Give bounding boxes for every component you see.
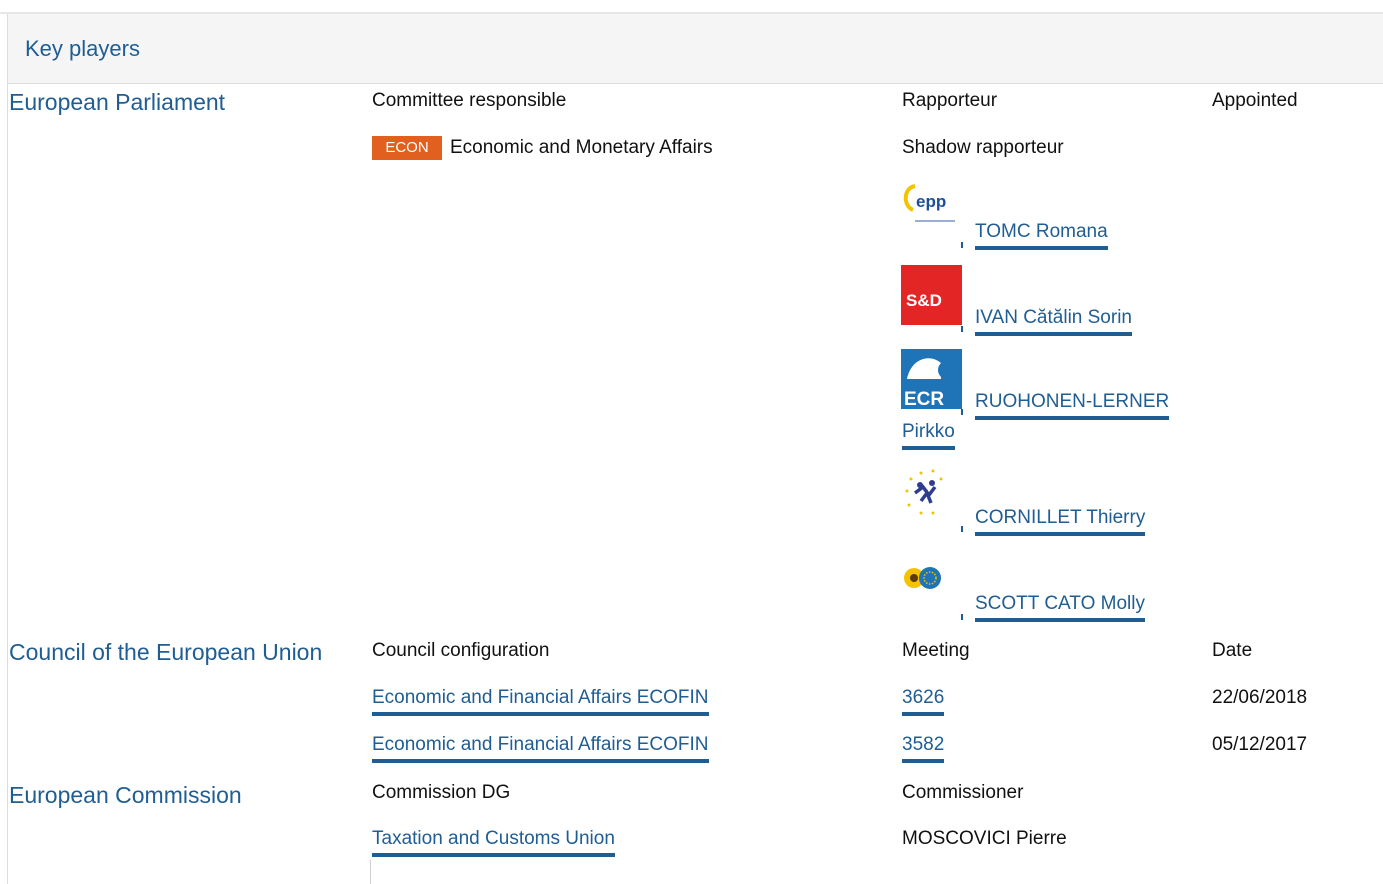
svg-text:epp: epp xyxy=(916,192,946,211)
meeting-date: 22/06/2018 xyxy=(1212,687,1308,708)
logo-link-tick xyxy=(961,526,963,532)
panel-header[interactable]: Key players xyxy=(8,14,1383,84)
col-date: Date xyxy=(1212,640,1253,661)
epp-logo-icon: epp xyxy=(901,180,962,240)
section-council: Council of the European Union xyxy=(9,639,323,665)
council-config-link[interactable]: Economic and Financial Affairs ECOFIN xyxy=(372,687,709,716)
greens-logo-icon xyxy=(901,556,962,616)
meeting-link[interactable]: 3582 xyxy=(902,734,945,763)
alde-logo-icon xyxy=(901,465,962,525)
shadow-rapporteur-link-cont[interactable]: Pirkko xyxy=(902,421,955,450)
committee-badge: ECON xyxy=(372,136,442,160)
sd-logo-icon: S&D xyxy=(901,265,962,325)
shadow-rapporteur-link[interactable]: TOMC Romana xyxy=(975,221,1108,250)
col-committee-responsible: Committee responsible xyxy=(372,90,567,111)
meeting-date: 05/12/2017 xyxy=(1212,734,1308,755)
shadow-rapporteur-link[interactable]: SCOTT CATO Molly xyxy=(975,593,1145,622)
commission-dg-link[interactable]: Taxation and Customs Union xyxy=(372,828,615,857)
panel-title: Key players xyxy=(25,36,140,61)
svg-text:ECR: ECR xyxy=(904,389,944,409)
committee-name: Economic and Monetary Affairs xyxy=(450,137,713,158)
col-meeting: Meeting xyxy=(902,640,970,661)
shadow-rapporteur-link[interactable]: RUOHONEN-LERNER xyxy=(975,391,1170,420)
logo-link-tick xyxy=(961,409,963,415)
logo-link-tick xyxy=(961,242,963,248)
ecr-logo-icon: ECR xyxy=(901,349,962,410)
column-divider xyxy=(370,860,371,884)
council-config-link[interactable]: Economic and Financial Affairs ECOFIN xyxy=(372,734,709,763)
section-european-commission: European Commission xyxy=(9,782,242,808)
shadow-rapporteur-link[interactable]: IVAN Cătălin Sorin xyxy=(975,307,1132,336)
col-rapporteur: Rapporteur xyxy=(902,90,998,111)
svg-text:S&D: S&D xyxy=(906,291,942,310)
shadow-rapporteur-label: Shadow rapporteur xyxy=(902,137,1064,158)
col-council-configuration: Council configuration xyxy=(372,640,550,661)
shadow-rapporteur-link[interactable]: CORNILLET Thierry xyxy=(975,507,1146,536)
col-commission-dg: Commission DG xyxy=(372,782,511,803)
logo-link-tick xyxy=(961,326,963,332)
commissioner-name: MOSCOVICI Pierre xyxy=(902,828,1067,849)
col-commissioner: Commissioner xyxy=(902,782,1024,803)
meeting-link[interactable]: 3626 xyxy=(902,687,945,716)
section-european-parliament: European Parliament xyxy=(9,89,226,115)
logo-link-tick xyxy=(961,614,963,620)
col-appointed: Appointed xyxy=(1212,90,1298,111)
